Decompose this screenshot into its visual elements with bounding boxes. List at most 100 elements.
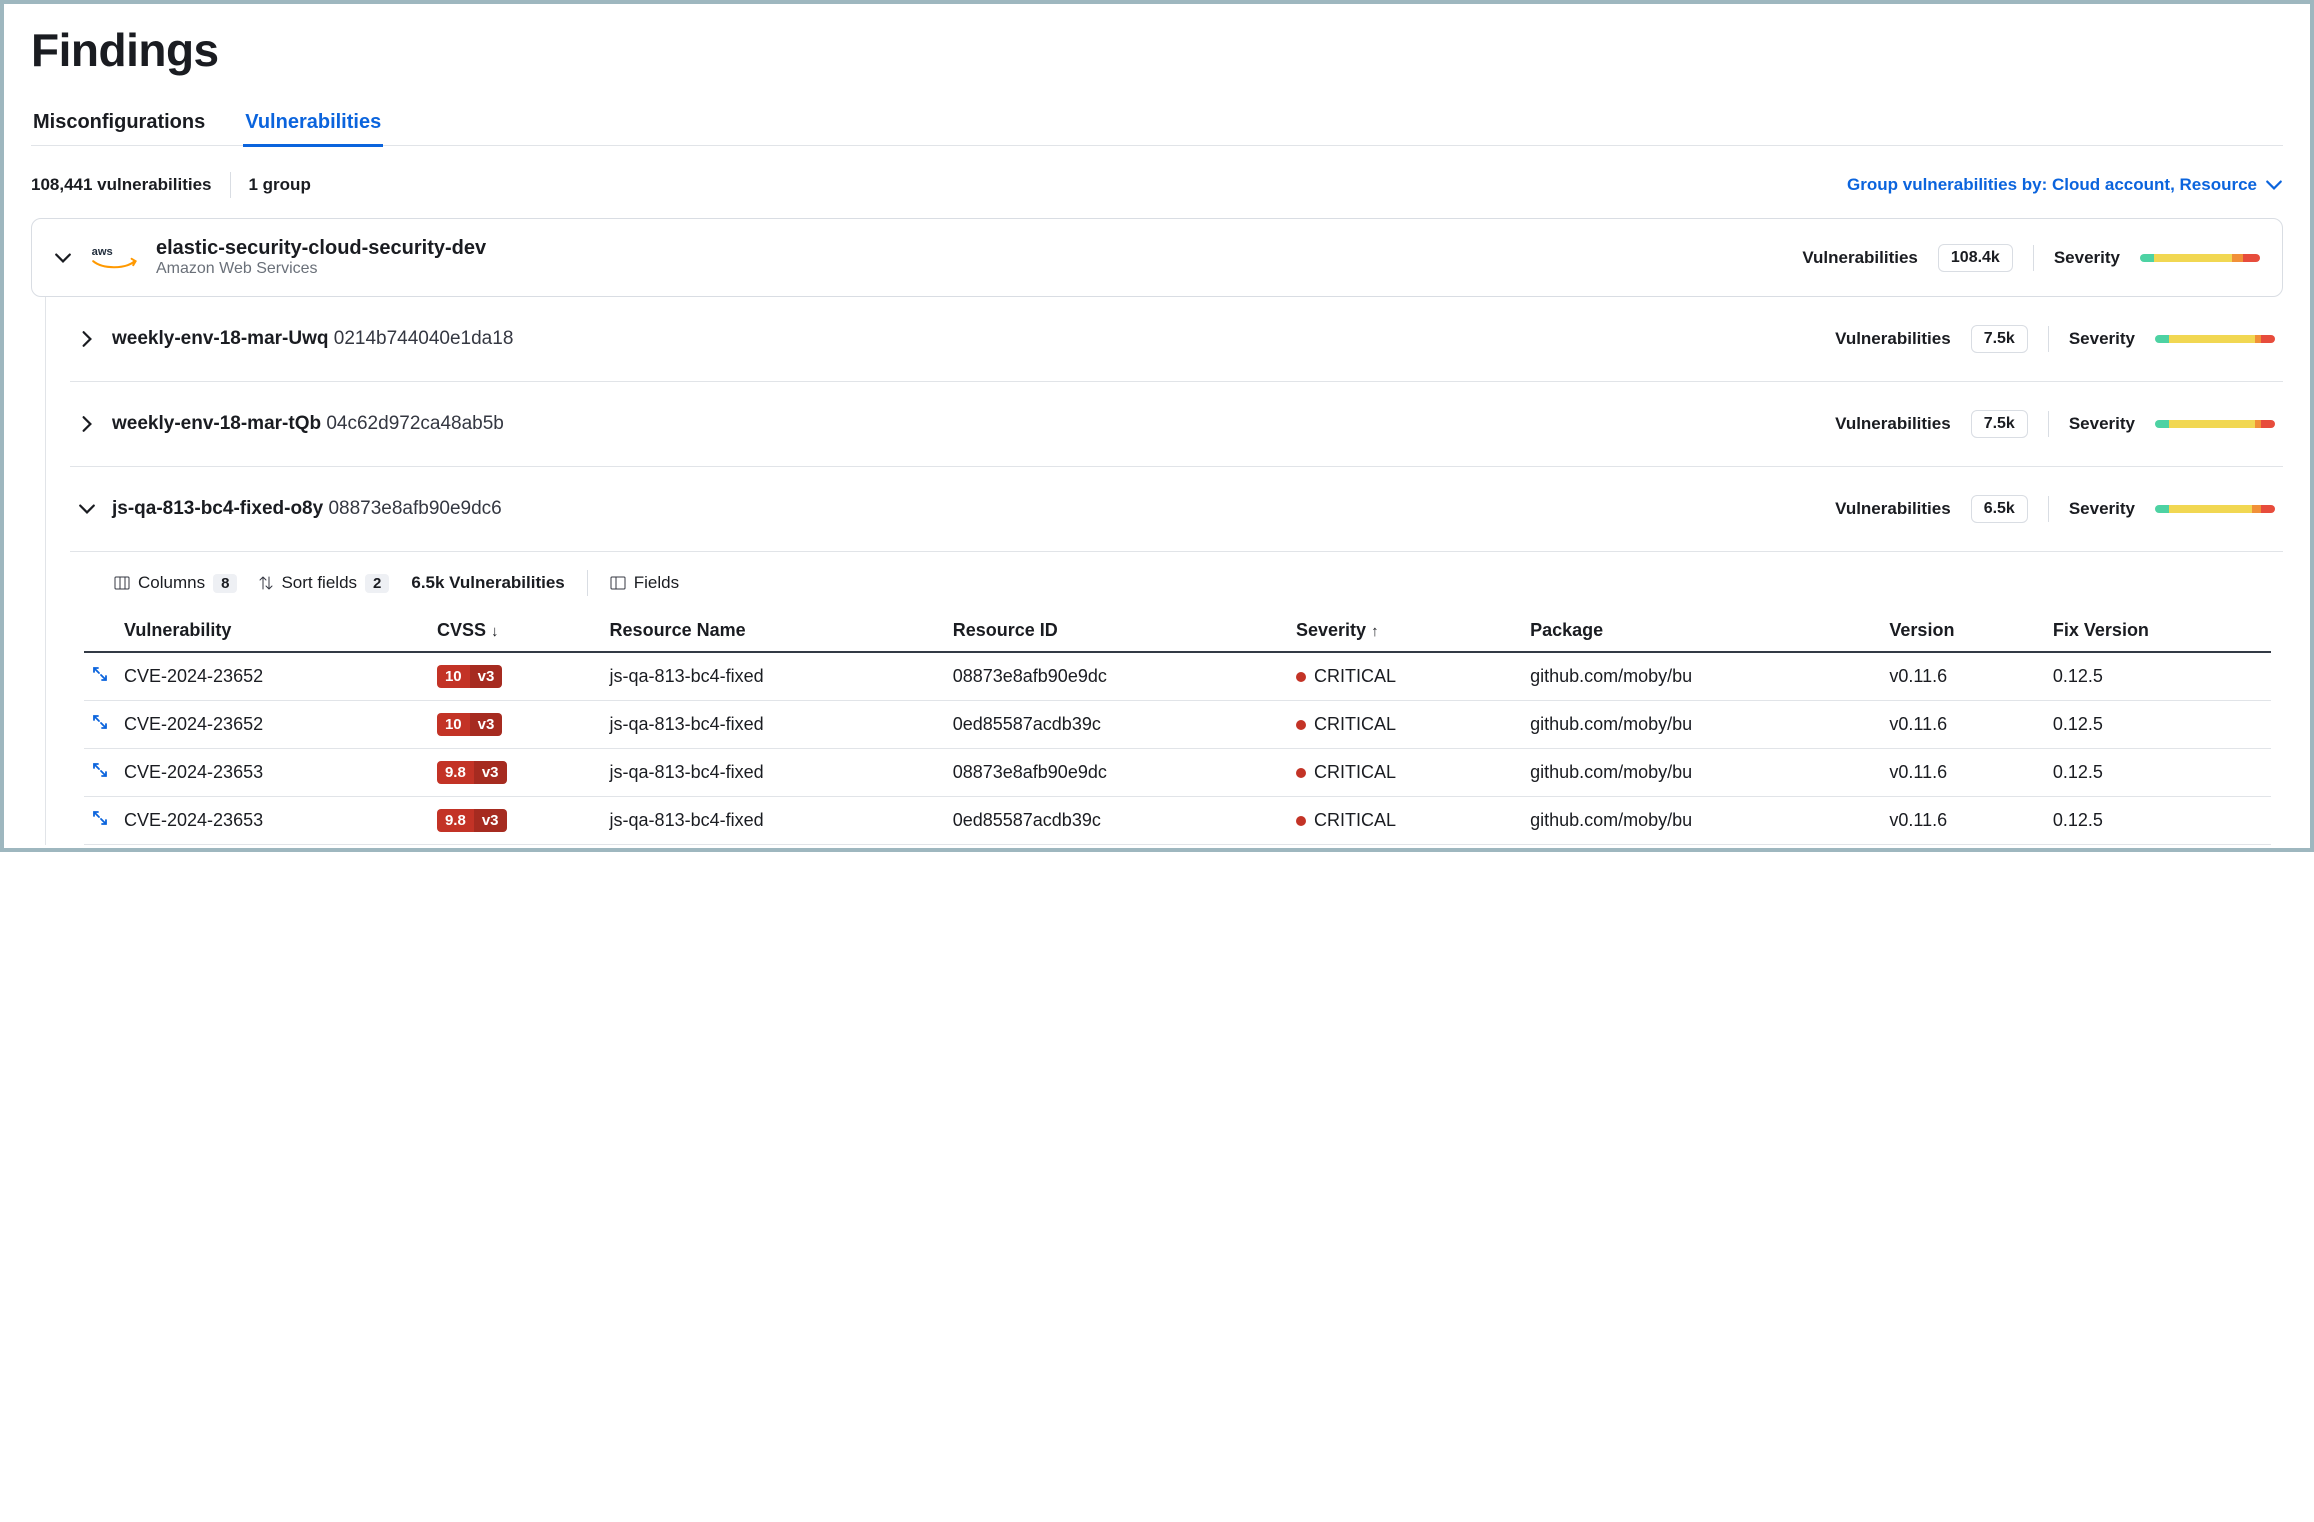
severity-bar <box>2140 254 2260 262</box>
resource-name: weekly-env-18-mar-Uwq <box>112 328 328 349</box>
sort-icon <box>259 575 273 591</box>
cell-resource-id: 08873e8afb90e9dc <box>945 652 1288 701</box>
chevron-down-icon <box>54 249 72 267</box>
cell-severity: CRITICAL <box>1288 652 1522 701</box>
cell-fix-version: 0.12.5 <box>2045 797 2271 845</box>
resource-name: weekly-env-18-mar-tQb <box>112 413 321 434</box>
cell-resource-name: js-qa-813-bc4-fixed <box>602 701 945 749</box>
severity-dot-icon <box>1296 768 1306 778</box>
severity-dot-icon <box>1296 720 1306 730</box>
th-resource-id[interactable]: Resource ID <box>945 610 1288 652</box>
vuln-label: Vulnerabilities <box>1835 414 1951 434</box>
cloud-account-group[interactable]: aws elastic-security-cloud-security-dev … <box>31 218 2283 297</box>
resource-row[interactable]: weekly-env-18-mar-Uwq 0214b744040e1da18 … <box>70 297 2283 382</box>
tabs-bar: Misconfigurations Vulnerabilities <box>31 111 2283 146</box>
cell-cvss: 9.8v3 <box>429 749 602 797</box>
cell-version: v0.11.6 <box>1881 701 2044 749</box>
aws-logo-icon: aws <box>90 242 138 274</box>
fields-button[interactable]: Fields <box>610 573 679 593</box>
th-fix-version[interactable]: Fix Version <box>2045 610 2271 652</box>
group-by-selector[interactable]: Group vulnerabilities by: Cloud account,… <box>1847 175 2283 195</box>
account-provider: Amazon Web Services <box>156 260 486 278</box>
cell-version: v0.11.6 <box>1881 797 2044 845</box>
expand-icon[interactable] <box>92 810 108 826</box>
group-by-label: Group vulnerabilities by: Cloud account,… <box>1847 175 2257 195</box>
sort-count: 2 <box>365 574 389 593</box>
resource-id: 04c62d972ca48ab5b <box>326 413 504 434</box>
vulnerability-count: 108,441 vulnerabilities <box>31 175 212 195</box>
divider <box>230 172 231 198</box>
vuln-label: Vulnerabilities <box>1835 329 1951 349</box>
th-resource-name[interactable]: Resource Name <box>602 610 945 652</box>
sort-label: Sort fields <box>281 573 357 593</box>
vuln-label: Vulnerabilities <box>1835 499 1951 519</box>
tab-vulnerabilities[interactable]: Vulnerabilities <box>243 111 383 147</box>
cell-vulnerability: CVE-2024-23652 <box>116 652 429 701</box>
chevron-down-icon <box>2265 176 2283 194</box>
expand-icon[interactable] <box>92 714 108 730</box>
severity-label: Severity <box>2069 414 2135 434</box>
cell-resource-name: js-qa-813-bc4-fixed <box>602 652 945 701</box>
th-vulnerability[interactable]: Vulnerability <box>116 610 429 652</box>
sort-desc-icon: ↓ <box>491 623 499 640</box>
severity-bar <box>2155 335 2275 343</box>
expand-icon[interactable] <box>92 666 108 682</box>
cell-vulnerability: CVE-2024-23652 <box>116 701 429 749</box>
divider <box>2048 326 2049 352</box>
page-title: Findings <box>31 23 2283 77</box>
cell-version: v0.11.6 <box>1881 652 2044 701</box>
vuln-count-pill: 7.5k <box>1971 410 2028 438</box>
cell-severity: CRITICAL <box>1288 701 1522 749</box>
findings-table: Vulnerability CVSS ↓ Resource Name Resou… <box>84 610 2271 845</box>
cell-cvss: 10v3 <box>429 701 602 749</box>
severity-label: Severity <box>2054 248 2120 268</box>
divider <box>2048 411 2049 437</box>
cell-fix-version: 0.12.5 <box>2045 652 2271 701</box>
cell-resource-id: 08873e8afb90e9dc <box>945 749 1288 797</box>
table-row[interactable]: CVE-2024-2365210v3js-qa-813-bc4-fixed0ed… <box>84 701 2271 749</box>
cell-package: github.com/moby/bu <box>1522 749 1881 797</box>
cell-fix-version: 0.12.5 <box>2045 749 2271 797</box>
severity-label: Severity <box>2069 329 2135 349</box>
cell-package: github.com/moby/bu <box>1522 652 1881 701</box>
tab-misconfigurations[interactable]: Misconfigurations <box>31 111 207 145</box>
vuln-count-pill: 108.4k <box>1938 244 2013 272</box>
th-cvss[interactable]: CVSS ↓ <box>429 610 602 652</box>
cell-vulnerability: CVE-2024-23653 <box>116 749 429 797</box>
table-row[interactable]: CVE-2024-236539.8v3js-qa-813-bc4-fixed0e… <box>84 797 2271 845</box>
cell-resource-name: js-qa-813-bc4-fixed <box>602 797 945 845</box>
cell-severity: CRITICAL <box>1288 749 1522 797</box>
columns-button[interactable]: Columns 8 <box>114 573 237 593</box>
columns-icon <box>114 575 130 591</box>
resource-id: 0214b744040e1da18 <box>334 328 514 349</box>
table-row[interactable]: CVE-2024-236539.8v3js-qa-813-bc4-fixed08… <box>84 749 2271 797</box>
vuln-count-pill: 7.5k <box>1971 325 2028 353</box>
cell-package: github.com/moby/bu <box>1522 701 1881 749</box>
chevron-down-icon <box>78 500 96 518</box>
fields-icon <box>610 575 626 591</box>
th-severity[interactable]: Severity ↑ <box>1288 610 1522 652</box>
expand-icon[interactable] <box>92 762 108 778</box>
columns-label: Columns <box>138 573 205 593</box>
fields-label: Fields <box>634 573 679 593</box>
cell-resource-id: 0ed85587acdb39c <box>945 797 1288 845</box>
chevron-right-icon <box>78 415 96 433</box>
cell-resource-name: js-qa-813-bc4-fixed <box>602 749 945 797</box>
result-count: 6.5k Vulnerabilities <box>411 573 564 593</box>
group-count: 1 group <box>249 175 311 195</box>
severity-dot-icon <box>1296 672 1306 682</box>
divider <box>2033 245 2034 271</box>
cell-severity: CRITICAL <box>1288 797 1522 845</box>
resource-row[interactable]: weekly-env-18-mar-tQb 04c62d972ca48ab5b … <box>70 382 2283 467</box>
resource-id: 08873e8afb90e9dc6 <box>328 498 501 519</box>
chevron-right-icon <box>78 330 96 348</box>
vuln-label: Vulnerabilities <box>1802 248 1918 268</box>
sort-fields-button[interactable]: Sort fields 2 <box>259 573 389 593</box>
table-row[interactable]: CVE-2024-2365210v3js-qa-813-bc4-fixed088… <box>84 652 2271 701</box>
account-name: elastic-security-cloud-security-dev <box>156 237 486 260</box>
divider <box>2048 496 2049 522</box>
cell-cvss: 10v3 <box>429 652 602 701</box>
resource-row[interactable]: js-qa-813-bc4-fixed-o8y 08873e8afb90e9dc… <box>70 467 2283 552</box>
th-package[interactable]: Package <box>1522 610 1881 652</box>
th-version[interactable]: Version <box>1881 610 2044 652</box>
